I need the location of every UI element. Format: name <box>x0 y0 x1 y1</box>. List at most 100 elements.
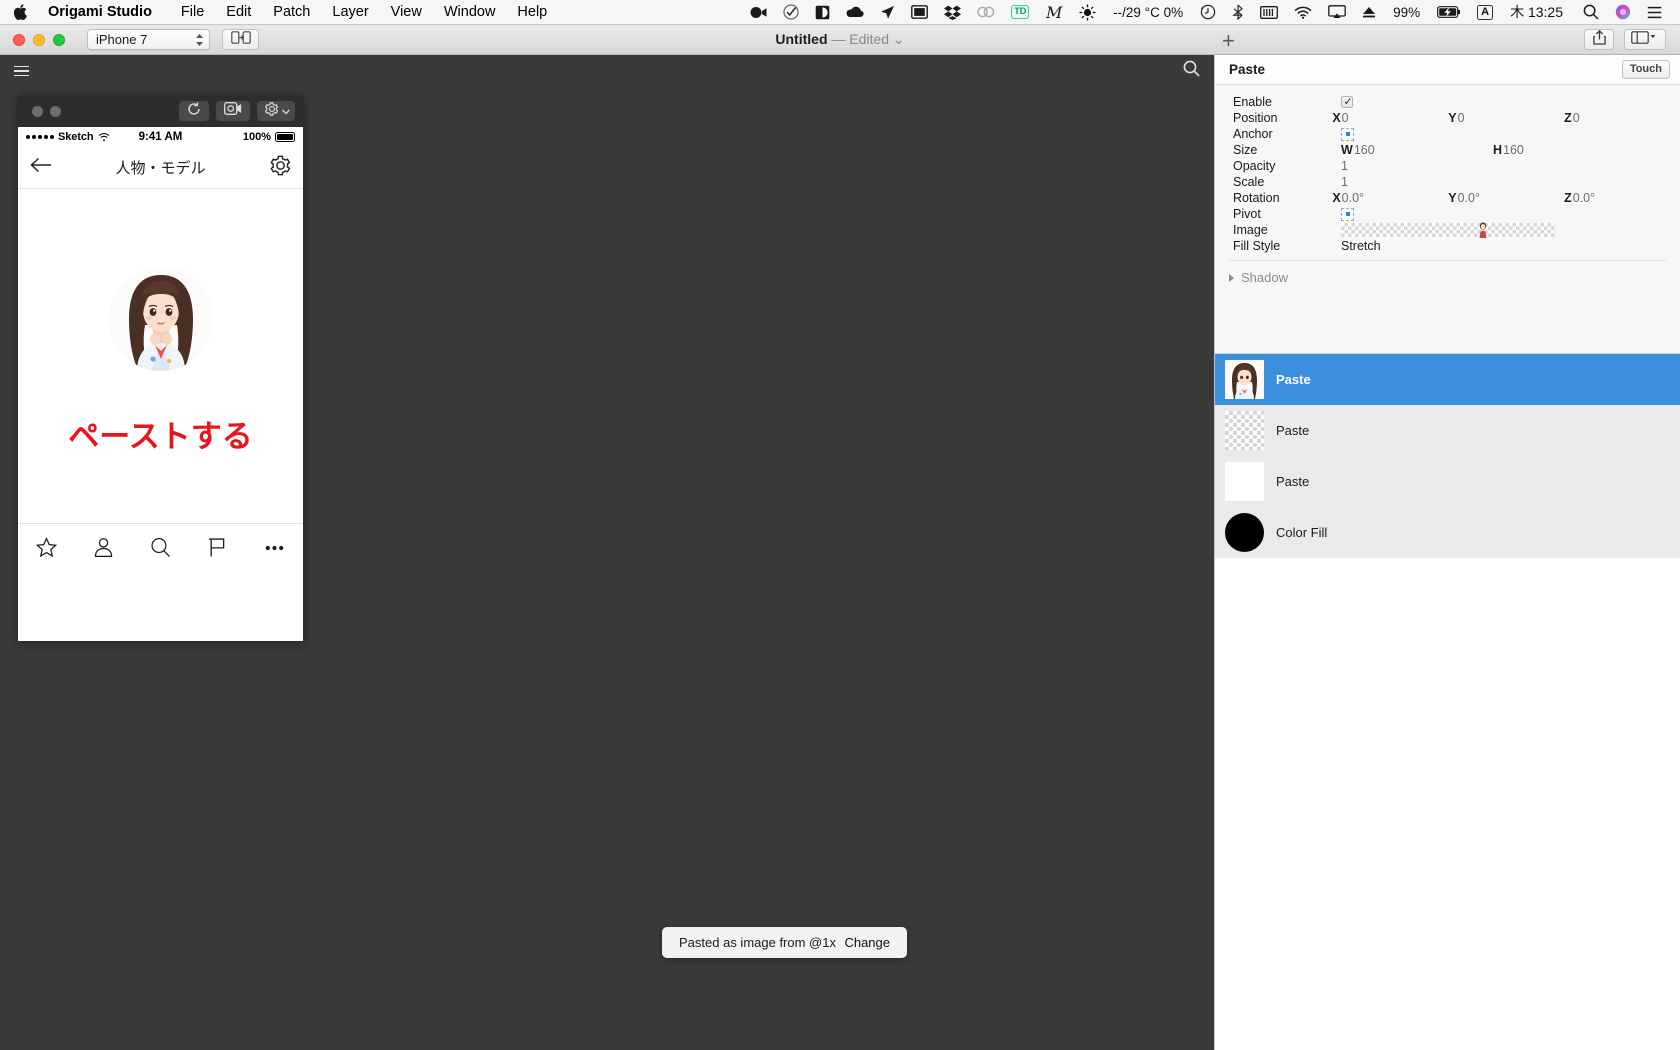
airplay-icon[interactable] <box>1320 0 1354 25</box>
record-video-icon <box>224 102 242 120</box>
axis-label-z: Z <box>1564 111 1572 125</box>
anchor-picker[interactable] <box>1341 127 1467 141</box>
battery-charging-icon[interactable] <box>1429 0 1469 25</box>
weather-status[interactable]: --/29 °C 0% <box>1104 5 1192 20</box>
mac-menu-bar: Origami Studio File Edit Patch Layer Vie… <box>0 0 1680 25</box>
rotation-x-field[interactable]: X 0.0° <box>1332 191 1448 205</box>
tab-profile[interactable] <box>91 535 117 561</box>
opacity-value: 1 <box>1341 159 1348 173</box>
notification-center-icon[interactable] <box>1639 0 1670 25</box>
canvas-toolbar <box>0 55 1214 87</box>
fill-style-dropdown[interactable]: Stretch <box>1341 239 1493 253</box>
layer-row-paste-3[interactable]: Paste <box>1215 456 1680 507</box>
position-y-field[interactable]: Y 0 <box>1448 111 1564 125</box>
back-arrow-icon[interactable] <box>30 157 52 178</box>
position-x-field[interactable]: X 0 <box>1332 111 1448 125</box>
video-camera-icon[interactable] <box>742 0 775 25</box>
menu-bar-left-group: Origami Studio File Edit Patch Layer Vie… <box>0 0 558 25</box>
apple-logo-icon[interactable] <box>14 3 30 21</box>
enable-checkbox[interactable] <box>1341 95 1467 108</box>
dropbox-icon[interactable] <box>936 0 969 25</box>
menu-item-view[interactable]: View <box>380 0 433 25</box>
tab-flag[interactable] <box>205 535 231 561</box>
tab-favorites[interactable] <box>34 535 60 561</box>
sun-icon[interactable] <box>1071 0 1104 25</box>
cloud-icon[interactable] <box>838 0 872 25</box>
add-layer-button[interactable]: + <box>1222 30 1235 52</box>
device-selector-dropdown[interactable]: iPhone 7 <box>87 29 210 50</box>
record-video-button[interactable] <box>216 101 250 121</box>
checkmark-circle-icon[interactable] <box>775 0 807 25</box>
size-width-field[interactable]: W 160 <box>1341 143 1493 157</box>
gear-icon[interactable] <box>270 155 291 181</box>
td-badge-icon[interactable]: TD <box>1003 0 1037 25</box>
search-icon[interactable] <box>1575 0 1607 25</box>
battery-percent-label[interactable]: 99% <box>1384 5 1429 20</box>
menu-bar-clock[interactable]: 木 13:25 <box>1501 2 1575 22</box>
shadow-section-label: Shadow <box>1241 270 1288 285</box>
minimize-window-button[interactable] <box>33 33 45 46</box>
layout-panels-button[interactable] <box>1624 29 1666 50</box>
chevron-down-icon[interactable]: ⌄ <box>893 31 905 47</box>
siri-icon[interactable] <box>1607 0 1639 25</box>
clock-history-icon[interactable] <box>1192 0 1224 25</box>
canvas-search-icon[interactable] <box>1183 60 1200 82</box>
opacity-field[interactable]: 1 <box>1341 159 1467 173</box>
input-source-badge-icon[interactable]: A <box>1469 0 1501 25</box>
menu-item-help[interactable]: Help <box>506 0 558 25</box>
prototype-canvas[interactable]: Sketch 9:41 AM 100% 人物・モデル ペーストする <box>0 87 1214 1050</box>
shadow-section-toggle[interactable]: Shadow <box>1215 261 1680 285</box>
size-width-value: 160 <box>1353 143 1375 157</box>
menu-item-window[interactable]: Window <box>433 0 507 25</box>
storage-icon[interactable] <box>1252 0 1286 25</box>
layer-row-paste-1[interactable]: Paste <box>1215 354 1680 405</box>
contrast-icon[interactable] <box>807 0 838 25</box>
property-row-image: Image <box>1215 222 1680 238</box>
rotation-y-field[interactable]: Y 0.0° <box>1448 191 1564 205</box>
menu-item-layer[interactable]: Layer <box>321 0 379 25</box>
size-height-field[interactable]: H 160 <box>1493 143 1619 157</box>
eject-icon[interactable] <box>1354 0 1384 25</box>
menu-app-name[interactable]: Origami Studio <box>48 0 170 25</box>
close-window-button[interactable] <box>13 33 25 46</box>
tab-search[interactable] <box>148 535 174 561</box>
window-dot[interactable] <box>50 105 61 117</box>
hamburger-menu-icon[interactable] <box>14 65 29 77</box>
axis-label-x: X <box>1332 111 1341 125</box>
window-title-separator: — <box>831 31 846 47</box>
menu-item-file[interactable]: File <box>170 0 215 25</box>
refresh-button[interactable] <box>179 101 209 121</box>
preview-chrome-buttons <box>179 101 295 121</box>
position-z-field[interactable]: Z 0 <box>1564 111 1680 125</box>
image-preview-well[interactable] <box>1341 222 1555 238</box>
input-source-label: A <box>1477 4 1494 20</box>
iphone-preview-window[interactable]: Sketch 9:41 AM 100% 人物・モデル ペーストする <box>18 95 303 641</box>
svg-text:M: M <box>1045 4 1063 21</box>
menu-item-patch[interactable]: Patch <box>262 0 321 25</box>
origami-studio-window: Origami Studio File Edit Patch Layer Vie… <box>0 0 1680 1050</box>
m-script-icon[interactable]: M <box>1037 0 1071 25</box>
location-arrow-icon[interactable] <box>872 0 903 25</box>
touch-badge[interactable]: Touch <box>1621 59 1670 80</box>
ios-nav-bar: 人物・モデル <box>18 147 303 189</box>
window-dot[interactable] <box>32 105 43 117</box>
preview-settings-button[interactable] <box>257 101 295 121</box>
creative-cloud-icon[interactable] <box>969 0 1003 25</box>
layer-row-paste-2[interactable]: Paste <box>1215 405 1680 456</box>
share-button[interactable] <box>1584 29 1614 50</box>
menu-item-edit[interactable]: Edit <box>215 0 262 25</box>
tab-more[interactable] <box>262 535 288 561</box>
toast-change-button[interactable]: Change <box>844 935 890 950</box>
pivot-picker[interactable] <box>1341 207 1467 221</box>
mirror-device-button[interactable] <box>222 29 259 50</box>
bluetooth-icon[interactable] <box>1224 0 1252 25</box>
layer-name: Color Fill <box>1276 524 1328 540</box>
display-icon[interactable] <box>903 0 936 25</box>
maximize-window-button[interactable] <box>53 33 65 46</box>
layout-panels-icon <box>1631 30 1659 49</box>
wifi-icon[interactable] <box>1286 0 1320 25</box>
chevron-down-icon <box>282 102 290 120</box>
layer-row-color-fill[interactable]: Color Fill <box>1215 507 1680 558</box>
scale-field[interactable]: 1 <box>1341 175 1467 189</box>
rotation-z-field[interactable]: Z 0.0° <box>1564 191 1680 205</box>
